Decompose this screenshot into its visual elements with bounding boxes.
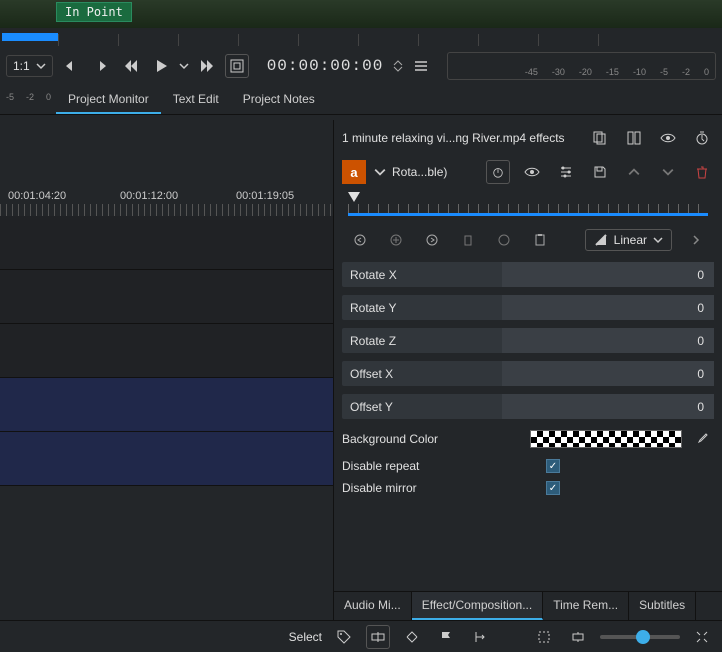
fullscreen-icon[interactable] xyxy=(225,54,249,78)
monitor-preview: In Point xyxy=(0,0,722,28)
ruler-timecode: 00:01:12:00 xyxy=(120,190,178,202)
save-stack-icon[interactable] xyxy=(588,126,612,150)
disable-mirror-label: Disable mirror xyxy=(342,481,538,495)
stopwatch-icon[interactable] xyxy=(690,126,714,150)
tab-audio-mixer[interactable]: Audio Mi... xyxy=(334,592,412,620)
video-track[interactable] xyxy=(0,324,333,378)
timeline-panel: 00:01:04:20 00:01:12:00 00:01:19:05 xyxy=(0,120,334,620)
param-rotate-x[interactable]: Rotate X 0 xyxy=(342,262,714,287)
play-icon[interactable] xyxy=(149,54,173,78)
timecode-spinner[interactable] xyxy=(393,60,403,72)
sliders-icon[interactable] xyxy=(554,160,578,184)
keyframe-toggle-icon[interactable] xyxy=(486,160,510,184)
next-keyframe-icon[interactable] xyxy=(420,228,444,252)
chevron-down-icon[interactable] xyxy=(374,166,386,178)
insert-mode-icon[interactable] xyxy=(366,625,390,649)
tag-icon[interactable] xyxy=(332,625,356,649)
copy-keyframe-icon[interactable] xyxy=(492,228,516,252)
linear-icon xyxy=(594,233,608,247)
param-offset-y[interactable]: Offset Y 0 xyxy=(342,394,714,419)
video-track[interactable] xyxy=(0,216,333,270)
menu-icon[interactable] xyxy=(409,54,433,78)
move-down-icon[interactable] xyxy=(656,160,680,184)
split-view-icon[interactable] xyxy=(622,126,646,150)
snap-icon[interactable] xyxy=(468,625,492,649)
bg-color-label: Background Color xyxy=(342,432,522,446)
paste-keyframe-icon[interactable] xyxy=(528,228,552,252)
bg-color-swatch[interactable] xyxy=(530,430,682,448)
monitor-ruler[interactable] xyxy=(0,28,722,46)
scale-label: -2 xyxy=(26,92,34,102)
zoom-selection-icon[interactable] xyxy=(566,625,590,649)
overwrite-icon[interactable] xyxy=(400,625,424,649)
audio-track[interactable] xyxy=(0,432,333,486)
flag-icon[interactable] xyxy=(434,625,458,649)
tab-time-remap[interactable]: Time Rem... xyxy=(543,592,629,620)
left-vu-scale: -5 -2 0 xyxy=(0,92,51,102)
eyedropper-icon[interactable] xyxy=(690,427,714,451)
add-keyframe-icon[interactable] xyxy=(384,228,408,252)
monitor-tabs: Project Monitor Text Edit Project Notes xyxy=(0,86,722,115)
zoom-dropdown[interactable]: 1:1 xyxy=(6,55,53,77)
move-up-icon[interactable] xyxy=(622,160,646,184)
param-rotate-y[interactable]: Rotate Y 0 xyxy=(342,295,714,320)
set-out-icon[interactable] xyxy=(89,54,113,78)
scale-label: -5 xyxy=(6,92,14,102)
timeline-ruler[interactable]: 00:01:04:20 00:01:12:00 00:01:19:05 xyxy=(0,176,333,216)
ruler-timecode: 00:01:19:05 xyxy=(236,190,294,202)
disable-mirror-checkbox[interactable] xyxy=(546,481,560,495)
set-in-icon[interactable] xyxy=(59,54,83,78)
param-offset-x[interactable]: Offset X 0 xyxy=(342,361,714,386)
bottom-tabs: Audio Mi... Effect/Composition... Time R… xyxy=(334,591,722,620)
timecode-display[interactable]: 00:00:00:00 xyxy=(267,57,384,75)
in-point-marker: In Point xyxy=(56,2,132,22)
interpolation-value: Linear xyxy=(614,233,647,247)
tab-effect-composition[interactable]: Effect/Composition... xyxy=(412,592,544,620)
eye-icon[interactable] xyxy=(656,126,680,150)
ruler-timecode: 00:01:04:20 xyxy=(8,190,66,202)
scale-label: 0 xyxy=(46,92,51,102)
chevron-down-icon xyxy=(653,235,663,245)
select-tool-label[interactable]: Select xyxy=(289,630,322,644)
clip-title: 1 minute relaxing vi...ng River.mp4 effe… xyxy=(342,131,578,145)
delete-icon[interactable] xyxy=(690,160,714,184)
tab-subtitles[interactable]: Subtitles xyxy=(629,592,696,620)
chevron-down-icon[interactable] xyxy=(179,61,189,71)
keyframe-ruler[interactable] xyxy=(348,192,708,222)
footer-toolbar: Select xyxy=(0,620,722,652)
zoom-value: 1:1 xyxy=(13,59,30,73)
fit-zoom-icon[interactable] xyxy=(532,625,556,649)
prev-keyframe-icon[interactable] xyxy=(348,228,372,252)
disable-repeat-checkbox[interactable] xyxy=(546,459,560,473)
monitor-controls: -5 -2 0 1:1 00:00:00:00 -45 -30 -20 xyxy=(0,28,722,88)
param-rotate-z[interactable]: Rotate Z 0 xyxy=(342,328,714,353)
tab-text-edit[interactable]: Text Edit xyxy=(161,86,231,114)
remove-keyframe-icon[interactable] xyxy=(456,228,480,252)
skip-forward-icon[interactable] xyxy=(195,54,219,78)
tab-project-monitor[interactable]: Project Monitor xyxy=(56,86,161,114)
audio-meter: -45 -30 -20 -15 -10 -5 -2 0 xyxy=(447,52,716,80)
tab-project-notes[interactable]: Project Notes xyxy=(231,86,327,114)
effect-name: Rota...ble) xyxy=(392,165,447,179)
skip-back-icon[interactable] xyxy=(119,54,143,78)
effect-panel: 1 minute relaxing vi...ng River.mp4 effe… xyxy=(334,120,722,620)
audio-track[interactable] xyxy=(0,378,333,432)
effect-badge[interactable]: a xyxy=(342,160,366,184)
eye-icon[interactable] xyxy=(520,160,544,184)
expand-icon[interactable] xyxy=(690,625,714,649)
save-icon[interactable] xyxy=(588,160,612,184)
video-track[interactable] xyxy=(0,270,333,324)
disable-repeat-label: Disable repeat xyxy=(342,459,538,473)
interpolation-dropdown[interactable]: Linear xyxy=(585,229,672,251)
chevron-right-icon[interactable] xyxy=(684,228,708,252)
chevron-down-icon xyxy=(36,61,46,71)
zoom-slider[interactable] xyxy=(600,635,680,639)
